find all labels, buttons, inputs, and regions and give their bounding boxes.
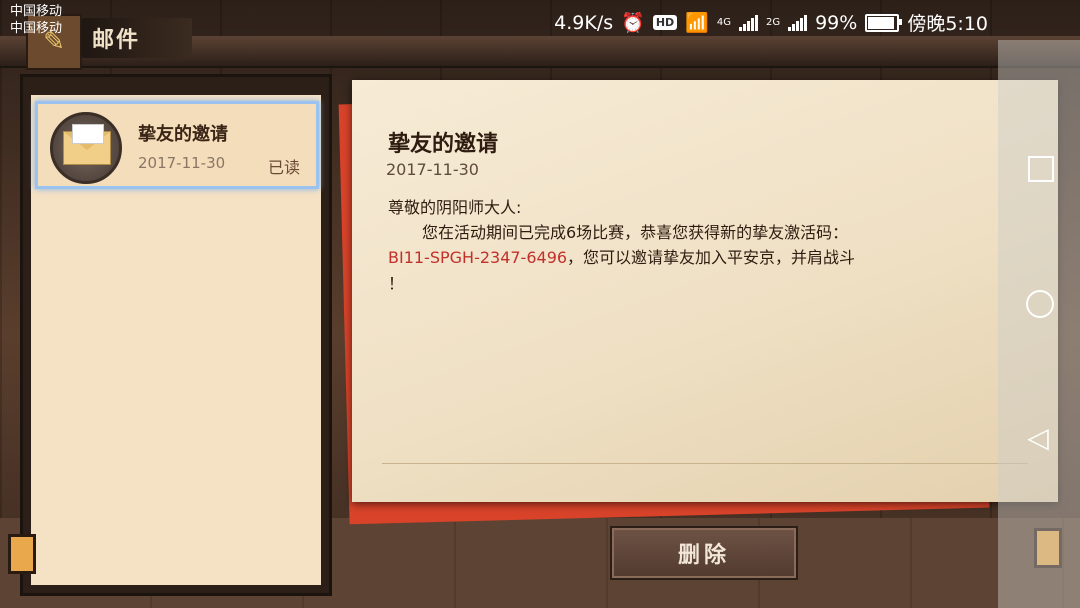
alarm-icon: ⏰ (621, 12, 645, 34)
letter-body-line-1: 您在活动期间已完成6场比赛，恭喜您获得新的挚友激活码： (422, 223, 849, 242)
hd-badge: HD (652, 15, 678, 30)
signal-icon-1 (738, 14, 758, 31)
mail-list: 挚友的邀请 2017-11-30 已读 (31, 95, 321, 585)
invite-code: BI11-SPGH-2347-6496 (388, 248, 568, 267)
mail-list-item[interactable]: 挚友的邀请 2017-11-30 已读 (35, 101, 319, 189)
letter-greeting: 尊敬的阴阳师大人: (388, 198, 522, 217)
mail-list-panel: 挚友的邀请 2017-11-30 已读 (20, 74, 332, 596)
lantern-icon (8, 534, 36, 574)
letter-body-line-2: BI11-SPGH-2347-6496，您可以邀请挚友加入平安京，并肩战斗 (388, 244, 855, 268)
letter-title: 挚友的邀请 (388, 131, 499, 157)
letter-date: 2017-11-30 (386, 160, 479, 179)
carrier-label-2: 中国移动 (10, 21, 63, 36)
android-nav-bar: ◁ (998, 40, 1080, 608)
mail-item-title: 挚友的邀请 (138, 124, 228, 145)
status-indicators: 4.9K/s ⏰ HD 📶 4G 2G 99% 傍晚5:10 (554, 9, 988, 36)
letter-body-line-3: ！ (388, 274, 405, 293)
network-type-2: 2G (765, 17, 781, 28)
divider (382, 463, 1028, 464)
letter-shape (72, 124, 104, 144)
wifi-icon: 📶 (685, 12, 709, 34)
battery-percent: 99% (815, 11, 858, 34)
letter-body-line-2-rest: ，您可以邀请挚友加入平安京，并肩战斗 (567, 248, 856, 267)
envelope-icon (50, 112, 122, 184)
carrier-label-1: 中国移动 (10, 4, 63, 19)
back-triangle-icon[interactable]: ◁ (1024, 424, 1052, 452)
status-bar: 中国移动 中国移动 4.9K/s ⏰ HD 📶 4G 2G 99% 傍晚5:10 (0, 0, 1080, 40)
network-type-1: 4G (716, 17, 731, 28)
network-speed: 4.9K/s (554, 11, 614, 34)
delete-button[interactable]: 删除 (610, 526, 798, 580)
mail-item-date: 2017-11-30 (138, 154, 226, 172)
recents-square-icon[interactable] (1028, 156, 1054, 182)
home-circle-icon[interactable] (1026, 290, 1054, 318)
envelope-shape (63, 124, 111, 165)
battery-icon (865, 13, 903, 32)
mail-item-status: 已读 (267, 158, 300, 177)
letter-paper: 挚友的邀请 2017-11-30 尊敬的阴阳师大人: 您在活动期间已完成6场比赛… (352, 80, 1058, 502)
signal-icon-2 (788, 14, 808, 31)
clock: 傍晚5:10 (907, 13, 988, 35)
